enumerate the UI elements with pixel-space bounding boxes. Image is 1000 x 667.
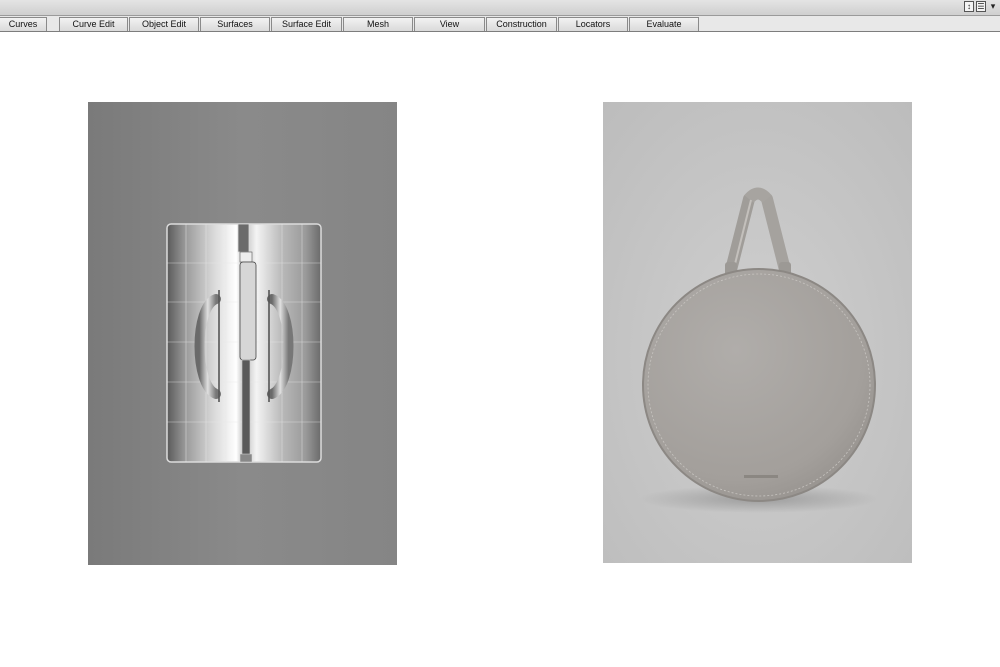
uv-layout-panel <box>88 102 397 565</box>
bag-logo-plate <box>744 475 778 478</box>
tab-surfaces[interactable]: Surfaces <box>200 17 270 31</box>
tab-curves[interactable]: Curves <box>0 17 47 31</box>
tab-construction[interactable]: Construction <box>486 17 557 31</box>
bag-body <box>642 268 876 502</box>
shelf-tab-bar: Curves Curve Edit Object Edit Surfaces S… <box>0 16 1000 32</box>
tab-surface-edit[interactable]: Surface Edit <box>271 17 342 31</box>
tab-object-edit[interactable]: Object Edit <box>129 17 199 31</box>
tab-mesh[interactable]: Mesh <box>343 17 413 31</box>
window-controls: ↕ ☰ ▾ <box>964 1 998 12</box>
resize-icon[interactable]: ↕ <box>964 1 974 12</box>
reference-photo-panel <box>603 102 912 563</box>
uv-shell-cylinder <box>166 223 322 463</box>
tab-view[interactable]: View <box>414 17 485 31</box>
round-bag-photo <box>603 102 912 563</box>
list-icon[interactable]: ☰ <box>976 1 986 12</box>
uv-layout-image <box>88 102 397 565</box>
tab-locators[interactable]: Locators <box>558 17 628 31</box>
chevron-down-icon[interactable]: ▾ <box>988 1 998 12</box>
tab-evaluate[interactable]: Evaluate <box>629 17 699 31</box>
tab-curve-edit[interactable]: Curve Edit <box>59 17 128 31</box>
window-title-bar: ↕ ☰ ▾ <box>0 0 1000 16</box>
